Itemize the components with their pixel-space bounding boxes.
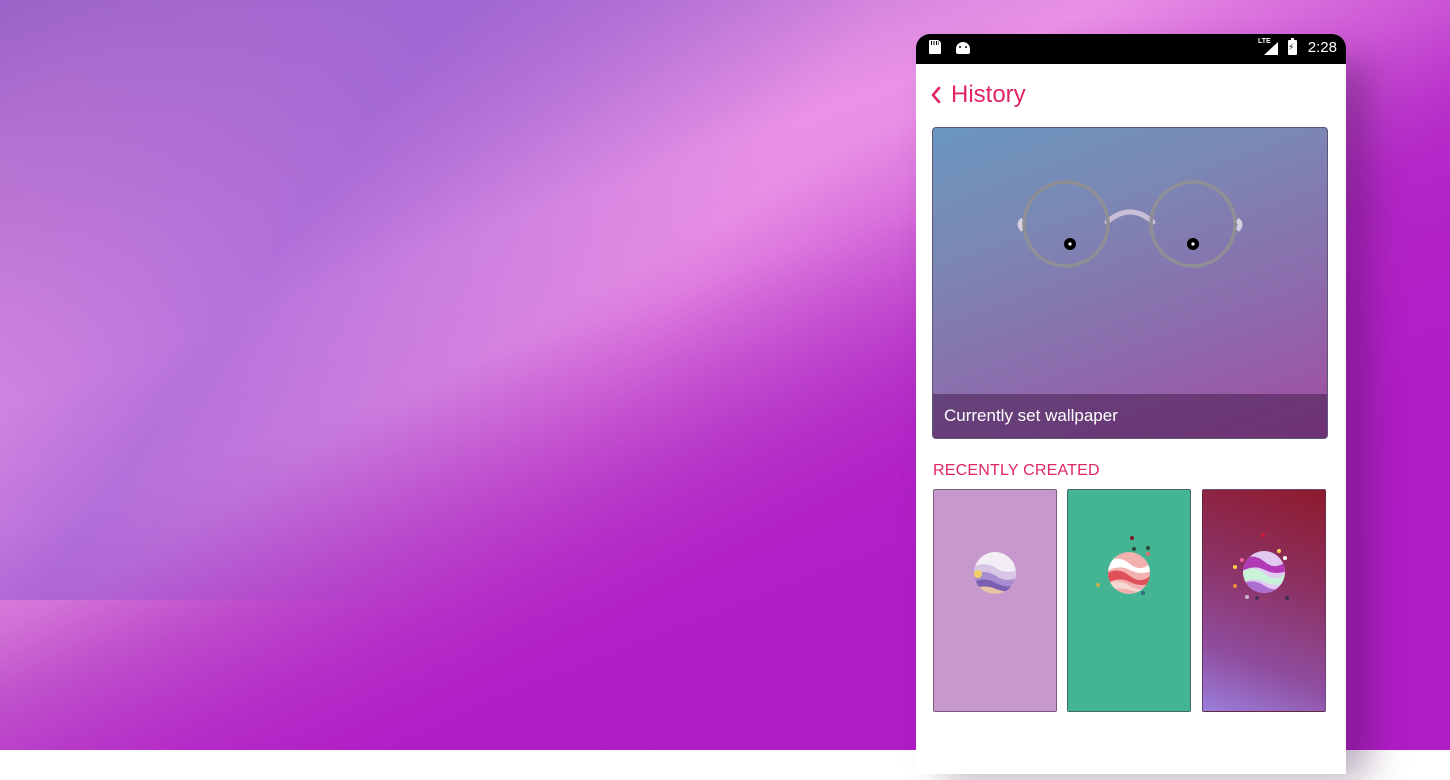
caption-bar: Currently set wallpaper bbox=[933, 394, 1327, 438]
sd-card-icon bbox=[929, 40, 941, 54]
phone-screen: LTE 2:28 History Currently set wallpaper bbox=[916, 34, 1346, 774]
recently-created-heading: RECENTLY CREATED bbox=[933, 462, 1100, 479]
app-header: History bbox=[916, 64, 1346, 126]
battery-charging-icon bbox=[1288, 38, 1297, 55]
recent-wallpaper-thumb[interactable] bbox=[1067, 489, 1191, 712]
page-title: History bbox=[951, 81, 1026, 108]
current-wallpaper-caption: Currently set wallpaper bbox=[944, 406, 1118, 425]
status-bar: LTE 2:28 bbox=[916, 34, 1346, 64]
status-clock: 2:28 bbox=[1307, 39, 1337, 56]
recent-wallpaper-thumb[interactable] bbox=[1202, 489, 1326, 712]
glasses-illustration bbox=[1017, 180, 1243, 268]
chevron-left-icon[interactable] bbox=[930, 86, 942, 104]
current-wallpaper-card[interactable]: Currently set wallpaper bbox=[932, 127, 1328, 439]
signal-icon bbox=[1264, 42, 1278, 55]
recent-wallpaper-thumb[interactable] bbox=[933, 489, 1057, 712]
android-icon bbox=[956, 42, 970, 54]
